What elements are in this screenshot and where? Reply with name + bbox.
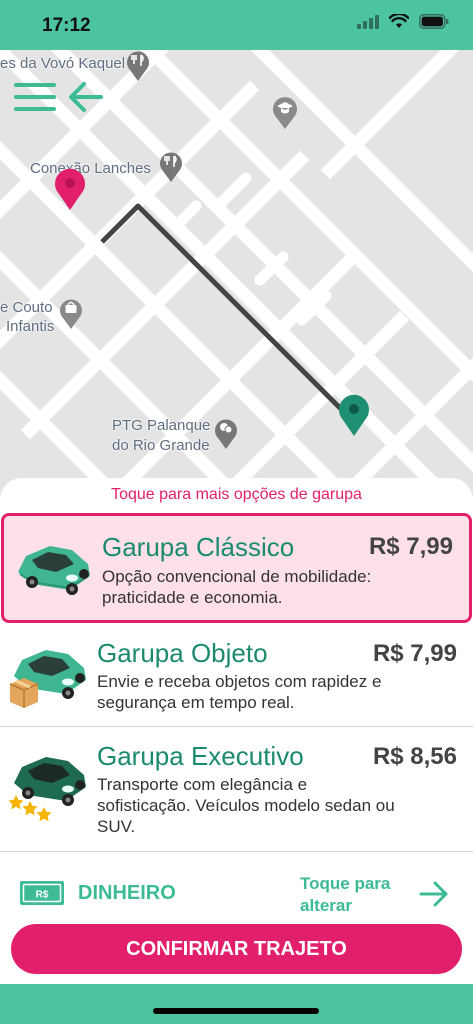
option-price: R$ 7,99 [368, 533, 453, 560]
ride-option-classico[interactable]: Garupa Clássico R$ 7,99 Opção convencion… [1, 513, 472, 623]
restaurant-icon [160, 152, 182, 182]
options-hint[interactable]: Toque para mais opções de garupa [0, 486, 473, 504]
map-label-palanque-1: PTG Palanque [112, 417, 211, 434]
restaurant-icon [127, 51, 149, 81]
ride-option-executivo[interactable]: Garupa Executivo R$ 8,56 Transporte com … [0, 727, 473, 851]
option-title: Garupa Clássico [102, 532, 295, 562]
option-title: Garupa Objeto [97, 638, 268, 668]
option-desc-line: Transporte com elegância e [97, 775, 308, 794]
map-label-conexao: Conexão Lanches [30, 160, 151, 177]
home-indicator[interactable] [153, 1008, 319, 1014]
arrow-right-icon[interactable] [418, 880, 450, 908]
option-desc-line: praticidade e economia. [102, 588, 283, 607]
wifi-icon [389, 14, 409, 28]
payment-method-row[interactable]: R$ DINHEIRO Toque para alterar [0, 852, 473, 932]
school-icon [273, 97, 297, 129]
theater-icon [215, 419, 237, 449]
status-bar: 17:12 [0, 0, 473, 50]
map-label-couto-1: e Couto [0, 299, 53, 316]
menu-button[interactable] [14, 80, 56, 114]
cash-icon-text: R$ [36, 890, 49, 901]
option-price: R$ 8,56 [372, 743, 457, 770]
payment-method-label: DINHEIRO [78, 882, 176, 904]
confirm-route-button[interactable]: CONFIRMAR TRAJETO [11, 924, 462, 974]
option-desc-line: SUV. [97, 817, 136, 836]
map-label-couto-2: Infantis [6, 318, 55, 335]
map-label-palanque-2: do Rio Grande [112, 437, 210, 454]
change-link-line: Toque para [300, 874, 391, 893]
ride-option-objeto[interactable]: Garupa Objeto R$ 7,99 Envie e receba obj… [0, 624, 473, 726]
status-icons [357, 14, 449, 29]
change-payment-link[interactable]: Toque para alterar [300, 873, 390, 917]
map-label-vovo: es da Vovó Kaquel [0, 55, 126, 72]
cash-icon: R$ [20, 881, 64, 905]
option-title: Garupa Executivo [97, 741, 304, 771]
back-arrow-icon[interactable] [66, 80, 104, 114]
option-desc-line: Envie e receba objetos com rapidez e [97, 672, 382, 691]
option-desc-line: segurança em tempo real. [97, 693, 295, 712]
car-package-icon [9, 650, 86, 708]
destination-pin-icon [339, 394, 369, 436]
map-view[interactable]: es da Vovó Kaquel Conexão Lanches e Cout… [0, 50, 473, 510]
battery-icon [419, 14, 449, 29]
status-time: 17:12 [42, 15, 91, 36]
change-link-line: alterar [300, 896, 352, 915]
option-desc-line: sofisticação. Veículos modelo sedan ou [97, 796, 395, 815]
option-price: R$ 7,99 [372, 640, 457, 667]
car-executive-icon [8, 757, 86, 822]
option-desc-line: Opção convencional de mobilidade: [102, 567, 372, 586]
origin-pin-icon [55, 168, 85, 210]
shopping-icon [60, 299, 82, 329]
car-classic-icon [18, 546, 90, 595]
signal-icon [357, 14, 379, 29]
